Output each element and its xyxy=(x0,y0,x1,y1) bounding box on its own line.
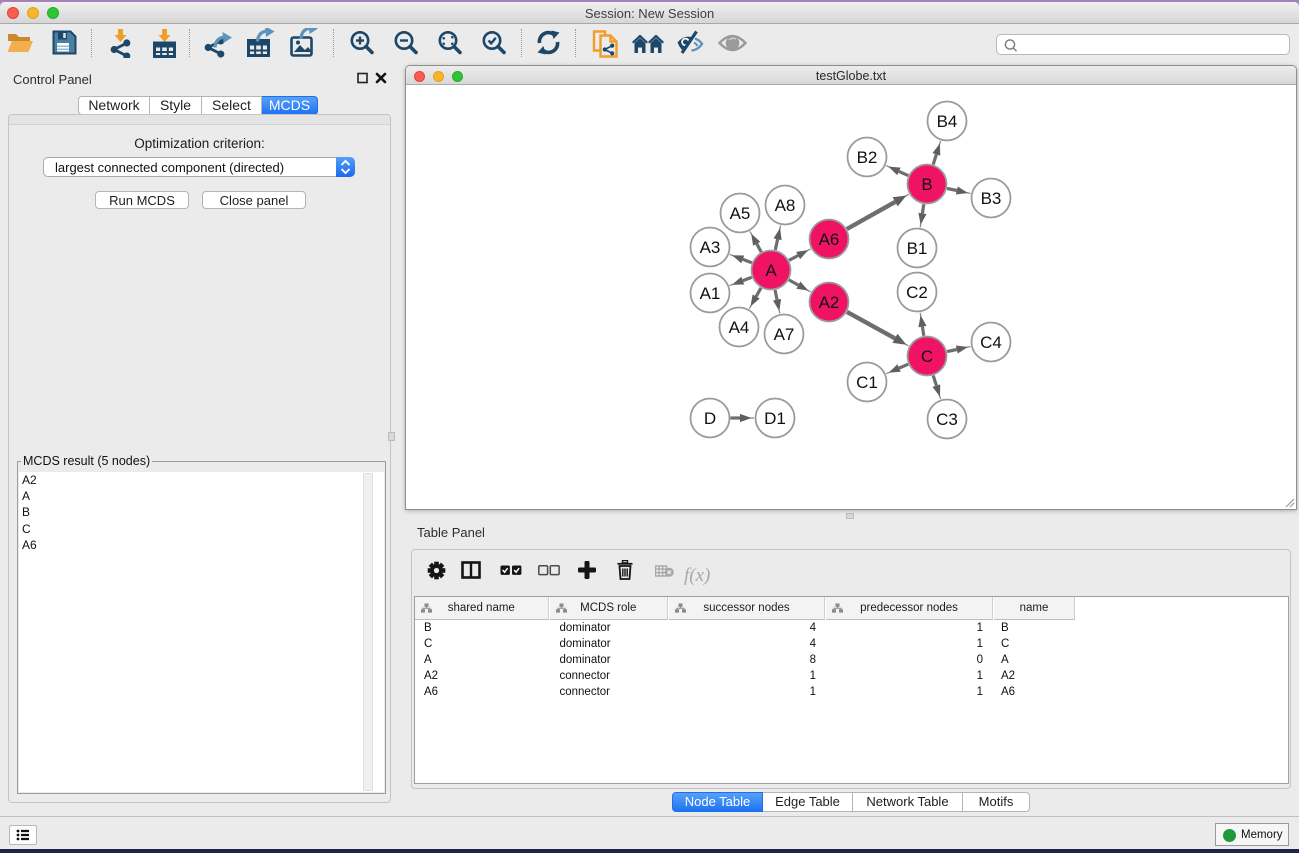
svg-text:C3: C3 xyxy=(936,410,958,429)
svg-text:f(x): f(x) xyxy=(684,565,710,586)
svg-text:D1: D1 xyxy=(764,409,786,428)
svg-text:B2: B2 xyxy=(857,148,878,167)
svg-text:C2: C2 xyxy=(906,283,928,302)
svg-text:C1: C1 xyxy=(856,373,878,392)
svg-text:C: C xyxy=(921,347,933,366)
svg-text:A3: A3 xyxy=(700,238,721,257)
svg-text:D: D xyxy=(704,409,716,428)
svg-text:A8: A8 xyxy=(775,196,796,215)
svg-text:B: B xyxy=(921,175,932,194)
svg-text:A5: A5 xyxy=(730,204,751,223)
svg-text:A1: A1 xyxy=(700,284,721,303)
svg-text:A4: A4 xyxy=(729,318,750,337)
svg-text:B3: B3 xyxy=(981,189,1002,208)
svg-text:A6: A6 xyxy=(819,230,840,249)
svg-text:B1: B1 xyxy=(907,239,928,258)
svg-text:A: A xyxy=(765,261,777,280)
svg-text:B4: B4 xyxy=(937,112,958,131)
svg-text:C4: C4 xyxy=(980,333,1002,352)
svg-text:A7: A7 xyxy=(774,325,795,344)
svg-text:A2: A2 xyxy=(819,293,840,312)
